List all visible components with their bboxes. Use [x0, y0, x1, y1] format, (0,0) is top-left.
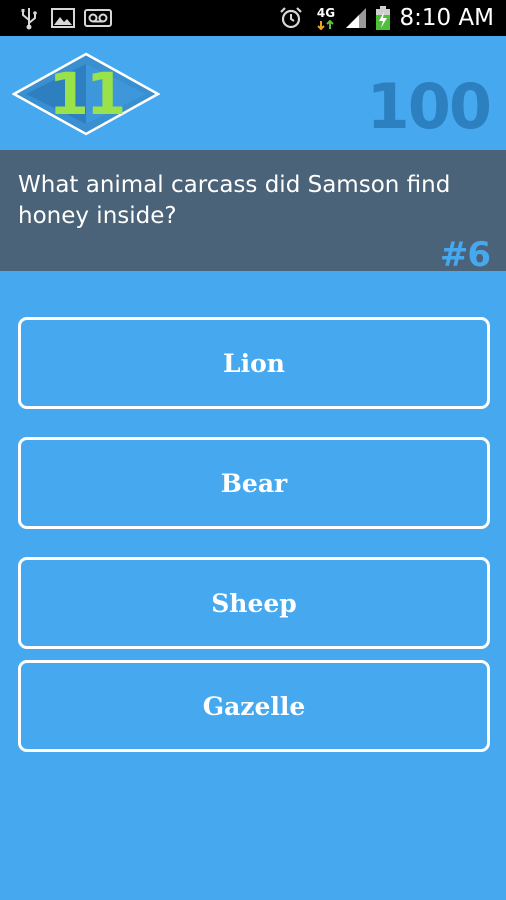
- signal-icon: [344, 0, 368, 36]
- answer-button-bear[interactable]: Bear: [18, 437, 490, 529]
- question-panel: What animal carcass did Samson find hone…: [0, 150, 506, 271]
- usb-icon: [18, 0, 40, 36]
- answer-button-lion[interactable]: Lion: [18, 317, 490, 409]
- status-bar: 4G 8:10 AM: [0, 0, 506, 36]
- clock: 8:10 AM: [399, 5, 494, 31]
- 4g-icon: 4G: [310, 0, 342, 36]
- network-type-label: 4G: [316, 5, 336, 20]
- level-number: 11: [48, 60, 127, 128]
- answer-button-sheep[interactable]: Sheep: [18, 557, 490, 649]
- question-text: What animal carcass did Samson find hone…: [18, 172, 451, 229]
- alarm-icon: [278, 0, 304, 36]
- answer-button-gazelle[interactable]: Gazelle: [18, 660, 490, 752]
- score: 100: [366, 70, 492, 143]
- voicemail-icon: [84, 0, 112, 36]
- header: 11 100: [0, 36, 506, 150]
- battery-charging-icon: [372, 0, 394, 36]
- image-icon: [50, 0, 76, 36]
- question-number: #6: [439, 235, 491, 271]
